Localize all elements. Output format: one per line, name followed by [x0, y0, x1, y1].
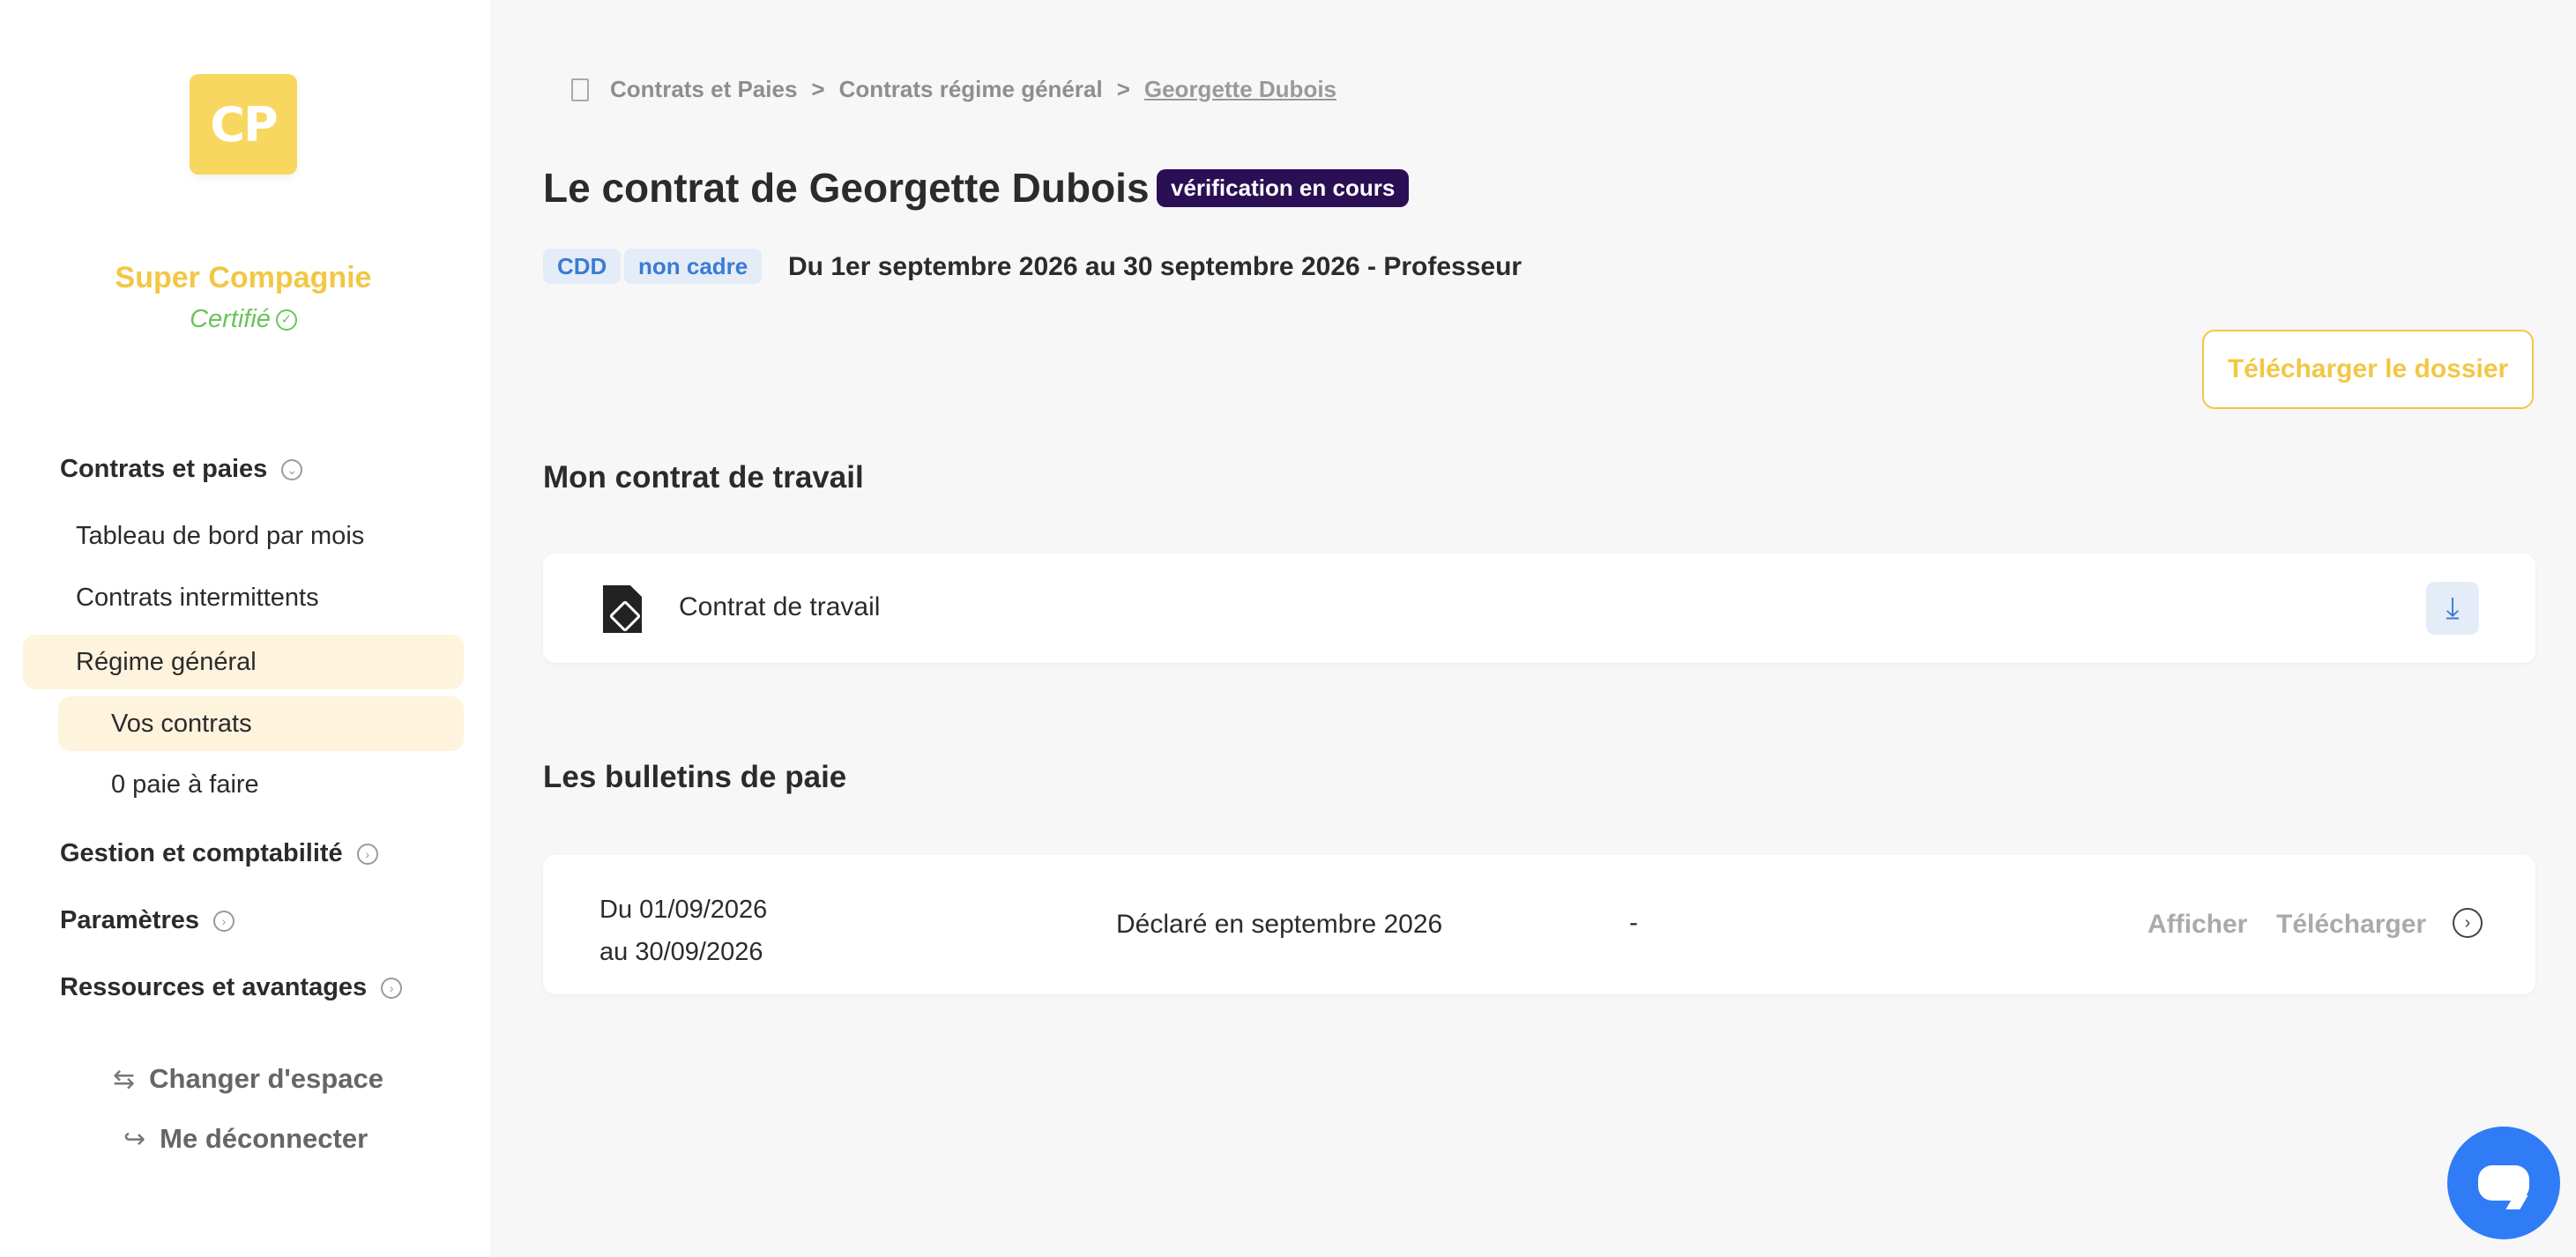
sidebar-item-intermittent[interactable]: Contrats intermittents: [76, 584, 319, 613]
chevron-right-icon[interactable]: ›: [2453, 908, 2483, 938]
payslip-to: au 30/09/2026: [599, 938, 763, 966]
page-title: Le contrat de Georgette Dubois: [543, 165, 1150, 211]
sidebar-item-label: 0 paie à faire: [111, 770, 259, 799]
sidebar-item-your-contracts[interactable]: Vos contrats: [58, 696, 464, 751]
contract-category-tag: non cadre: [624, 249, 763, 284]
certified-label: Certifié ✓: [0, 305, 487, 334]
pdf-file-icon: [603, 585, 642, 633]
chevron-right-icon: ›: [381, 977, 403, 999]
nav-section-settings[interactable]: Paramètres ›: [60, 906, 235, 935]
logout-link[interactable]: ↪ Me déconnecter: [123, 1123, 368, 1155]
payslips-heading: Les bulletins de paie: [543, 760, 847, 794]
contract-card: Contrat de travail ⤓: [543, 554, 2535, 663]
payslip-download-link[interactable]: Télécharger: [2276, 910, 2426, 940]
certified-text: Certifié: [190, 305, 271, 333]
contract-section-heading: Mon contrat de travail: [543, 460, 864, 495]
document-icon: [571, 78, 589, 101]
payslip-from: Du 01/09/2026: [599, 896, 768, 924]
sidebar-item-general[interactable]: Régime général: [23, 635, 464, 689]
payslip-declared: Déclaré en septembre 2026: [1116, 910, 1443, 939]
download-contract-button[interactable]: ⤓: [2426, 582, 2479, 635]
sidebar-item-pay-todo[interactable]: 0 paie à faire: [111, 770, 259, 800]
breadcrumb-separator: >: [1116, 76, 1130, 102]
swap-arrows-icon: ⇆: [113, 1064, 136, 1094]
breadcrumb-current[interactable]: Georgette Dubois: [1144, 76, 1336, 103]
download-icon: ⤓: [2446, 591, 2460, 625]
contract-doc-label: Contrat de travail: [679, 592, 881, 621]
chat-bubble-icon: [2478, 1165, 2529, 1201]
breadcrumb-separator: >: [811, 76, 825, 102]
payslip-view-link[interactable]: Afficher: [2148, 910, 2247, 940]
sidebar-item-label: Tableau de bord par mois: [76, 522, 365, 550]
sidebar: CP Super Compagnie Certifié ✓ Contrats et…: [0, 0, 490, 1257]
chevron-right-icon: ›: [213, 910, 235, 932]
check-circle-icon: ✓: [275, 309, 297, 331]
status-badge: vérification en cours: [1157, 169, 1410, 207]
download-folder-button[interactable]: Télécharger le dossier: [2202, 330, 2534, 409]
sidebar-item-label: Régime général: [76, 647, 257, 676]
sidebar-item-label: Contrats intermittents: [76, 584, 319, 612]
nav-section-management[interactable]: Gestion et comptabilité ›: [60, 839, 378, 868]
switch-space-link[interactable]: ⇆ Changer d'espace: [113, 1063, 383, 1095]
company-name: Super Compagnie: [115, 261, 372, 294]
contract-period: Du 1er septembre 2026 au 30 septembre 20…: [788, 252, 1523, 281]
breadcrumb-level2[interactable]: Contrats régime général: [839, 76, 1103, 103]
nav-section-label: Gestion et comptabilité: [60, 839, 343, 867]
switch-space-label: Changer d'espace: [149, 1063, 383, 1094]
sidebar-item-dashboard[interactable]: Tableau de bord par mois: [76, 522, 364, 551]
breadcrumb-level1[interactable]: Contrats et Paies: [610, 76, 797, 103]
chat-button[interactable]: [2447, 1127, 2560, 1239]
chevron-right-icon: ›: [356, 843, 378, 865]
payslip-dates: Du 01/09/2026 au 30/09/2026: [599, 889, 767, 973]
logout-label: Me déconnecter: [160, 1123, 369, 1154]
payslip-amount: -: [1629, 908, 1638, 937]
breadcrumb: Contrats et Paies > Contrats régime géné…: [571, 76, 1336, 103]
nav-section-label: Ressources et avantages: [60, 973, 368, 1001]
nav-section-contracts[interactable]: Contrats et paies ⌄: [60, 455, 303, 484]
logo-text: CP: [210, 96, 278, 152]
contract-type-tag: CDD: [543, 249, 622, 284]
nav-section-resources[interactable]: Ressources et avantages ›: [60, 973, 403, 1002]
nav-section-label: Contrats et paies: [60, 455, 268, 483]
sidebar-item-label: Vos contrats: [111, 709, 252, 738]
payslip-row: Du 01/09/2026 au 30/09/2026 Déclaré en s…: [543, 855, 2535, 994]
chevron-down-icon: ⌄: [281, 458, 303, 480]
nav-section-label: Paramètres: [60, 906, 199, 934]
logout-icon: ↪: [123, 1124, 146, 1154]
company-logo: CP: [190, 74, 297, 175]
